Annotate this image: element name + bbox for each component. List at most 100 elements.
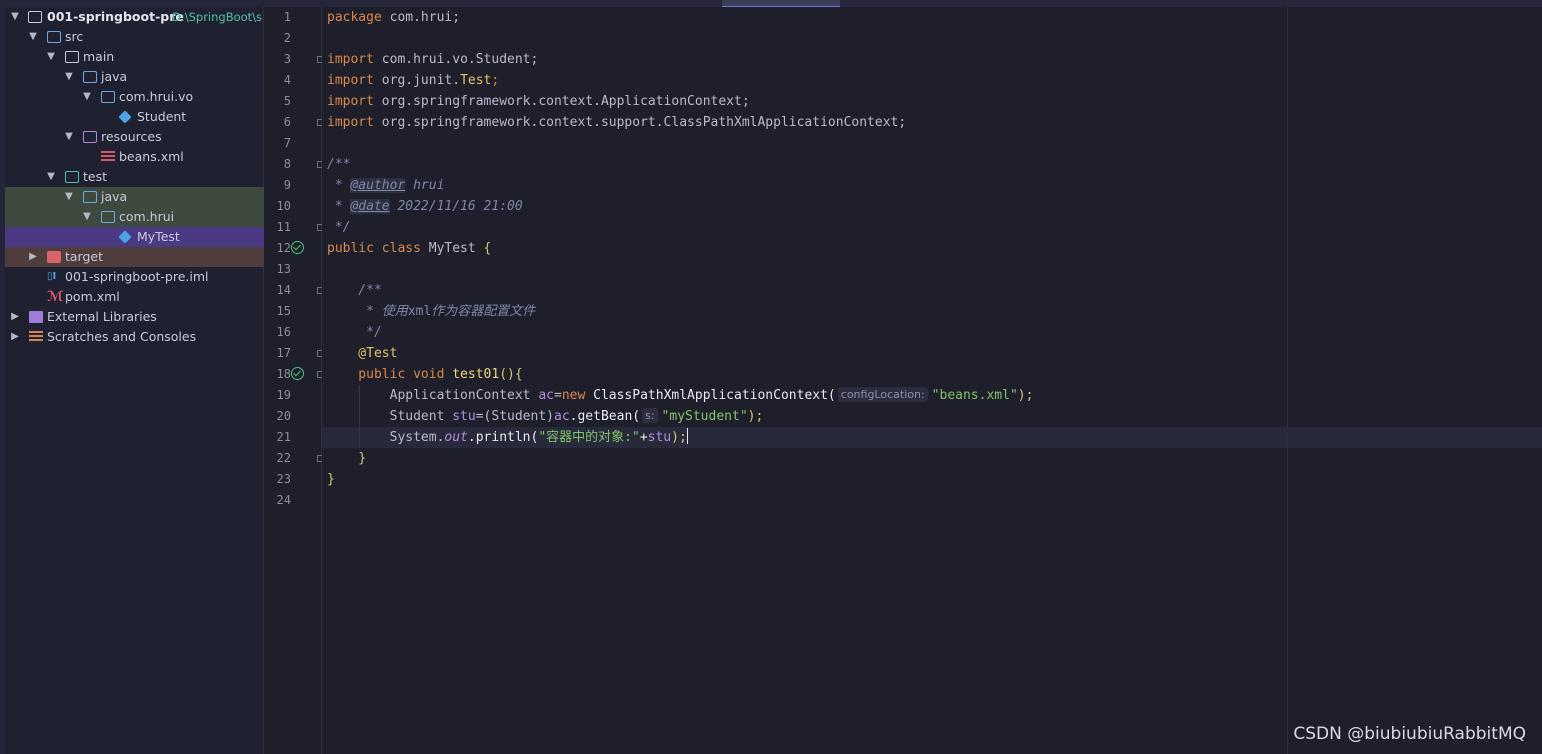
chevron-down-icon[interactable]: ▼ — [64, 187, 74, 207]
chevron-down-icon[interactable]: ▼ — [46, 167, 56, 187]
tree-item-test[interactable]: ▼ test — [5, 167, 264, 187]
line-number: 2 — [283, 31, 291, 45]
chevron-right-icon[interactable]: ▶ — [10, 307, 20, 327]
tree-label: Student — [137, 109, 187, 124]
tree-label: resources — [101, 129, 162, 144]
tree-item-package-vo[interactable]: ▼ com.hrui.vo — [5, 87, 264, 107]
keyword: import — [327, 52, 382, 67]
string-literal: "容器中的对象:" — [538, 430, 640, 445]
code-line-23: } — [327, 472, 335, 487]
parameter-hint: configLocation: — [837, 387, 928, 402]
folder-icon — [65, 51, 79, 63]
tree-item-external-libraries[interactable]: ▶ External Libraries — [5, 307, 264, 327]
editor-gutter[interactable]: 1 2 3 4 5 6 7 8 9 10 11 12 13 14 15 16 1… — [265, 7, 324, 754]
code-text: * — [327, 199, 351, 214]
tree-label: External Libraries — [47, 309, 157, 324]
tree-item-java-main[interactable]: ▼ java — [5, 67, 264, 87]
annotation-type: Test — [460, 73, 492, 88]
tree-item-java-test[interactable]: ▼ java — [5, 187, 264, 207]
chevron-down-icon[interactable]: ▼ — [46, 47, 56, 67]
tree-item-src[interactable]: ▼ src — [5, 27, 264, 47]
tree-label: target — [65, 249, 104, 264]
chevron-right-icon[interactable]: ▶ — [28, 247, 38, 267]
tree-item-target[interactable]: ▶ target — [5, 247, 264, 267]
tree-item-main[interactable]: ▼ main — [5, 47, 264, 67]
code-text: org.springframework.context.support.Clas… — [381, 115, 907, 130]
right-margin-guide — [1287, 7, 1288, 754]
code-line-1: package com.hrui; — [327, 7, 460, 28]
line-number: 10 — [276, 199, 291, 213]
tree-label: 001-springboot-pre.iml — [65, 269, 209, 284]
tree-item-project[interactable]: ▼ 001-springboot-pre D:\SpringBoot\s — [5, 7, 264, 27]
code-text: ClassPathXmlApplicationContext( — [593, 388, 836, 403]
text-cursor — [686, 428, 688, 444]
line-number: 18 — [276, 367, 291, 381]
code-line-4: import org.junit.Test; — [327, 70, 499, 91]
code-line-9: * @author hrui — [327, 175, 444, 196]
tree-item-mytest[interactable]: MyTest — [5, 227, 264, 247]
code-text: Student — [327, 409, 453, 424]
tree-item-package-hrui[interactable]: ▼ com.hrui — [5, 207, 264, 227]
tree-label: MyTest — [137, 229, 180, 244]
package-icon — [101, 91, 115, 103]
static-field: out — [444, 430, 468, 445]
code-editor[interactable]: package com.hrui; import com.hrui.vo.Stu… — [322, 7, 1542, 754]
line-number: 9 — [283, 178, 291, 192]
chevron-down-icon[interactable]: ▼ — [10, 7, 20, 27]
line-number: 17 — [276, 346, 291, 360]
code-text: 作为容器配置文件 — [431, 304, 536, 319]
code-text: ; — [491, 73, 500, 88]
project-path: D:\SpringBoot\s — [172, 10, 263, 24]
chevron-down-icon[interactable]: ▼ — [64, 127, 74, 147]
line-number: 23 — [276, 472, 291, 486]
scratches-icon — [29, 331, 43, 343]
run-test-method-icon[interactable] — [291, 367, 304, 380]
class-icon — [118, 230, 132, 244]
chevron-down-icon[interactable]: ▼ — [82, 87, 92, 107]
maven-icon: ℳ — [47, 289, 64, 305]
code-line-19: ApplicationContext ac=new ClassPathXmlAp… — [327, 385, 1033, 406]
keyword: import — [327, 115, 382, 130]
line-number: 24 — [276, 493, 291, 507]
code-line-16: */ — [327, 325, 382, 340]
keyword: import — [327, 73, 382, 88]
tree-item-scratches[interactable]: ▶ Scratches and Consoles — [5, 327, 264, 347]
code-text: = — [553, 388, 562, 403]
line-number: 15 — [276, 304, 291, 318]
tree-item-iml[interactable]: ▯I 001-springboot-pre.iml — [5, 267, 264, 287]
line-number: 3 — [283, 52, 291, 66]
code-text: org.junit. — [381, 73, 461, 88]
run-test-class-icon[interactable] — [291, 241, 304, 254]
tree-label: src — [65, 29, 84, 44]
tree-item-beans-xml[interactable]: beans.xml — [5, 147, 264, 167]
iml-file-icon: ▯I — [47, 271, 57, 282]
active-editor-tab[interactable] — [722, 0, 840, 7]
line-number: 22 — [276, 451, 291, 465]
code-text: { — [483, 241, 492, 256]
tree-item-student[interactable]: Student — [5, 107, 264, 127]
chevron-down-icon[interactable]: ▼ — [28, 27, 38, 47]
code-text: * — [327, 304, 382, 319]
tree-label: pom.xml — [65, 289, 120, 304]
code-line-8: /** — [327, 157, 351, 172]
line-number: 8 — [283, 157, 291, 171]
source-root-icon — [83, 71, 97, 83]
line-number: 13 — [276, 262, 291, 276]
line-number: 20 — [276, 409, 291, 423]
chevron-down-icon[interactable]: ▼ — [64, 67, 74, 87]
line-number: 6 — [283, 115, 291, 129]
parameter-hint: s: — [642, 408, 658, 423]
tree-item-resources[interactable]: ▼ resources — [5, 127, 264, 147]
code-line-18: public void test01(){ — [327, 364, 522, 385]
chevron-down-icon[interactable]: ▼ — [82, 207, 92, 227]
keyword: public class — [327, 241, 429, 256]
code-text: .println( — [467, 430, 539, 445]
tree-label: main — [83, 49, 115, 64]
code-text: System. — [327, 430, 445, 445]
code-line-21: System.out.println("容器中的对象:"+stu); — [327, 427, 688, 448]
xml-file-icon — [101, 151, 115, 163]
chevron-right-icon[interactable]: ▶ — [10, 327, 20, 347]
module-folder-icon — [28, 11, 42, 23]
tree-item-pom[interactable]: ℳ pom.xml — [5, 287, 264, 307]
code-line-15: * 使用xml作为容器配置文件 — [327, 301, 535, 322]
